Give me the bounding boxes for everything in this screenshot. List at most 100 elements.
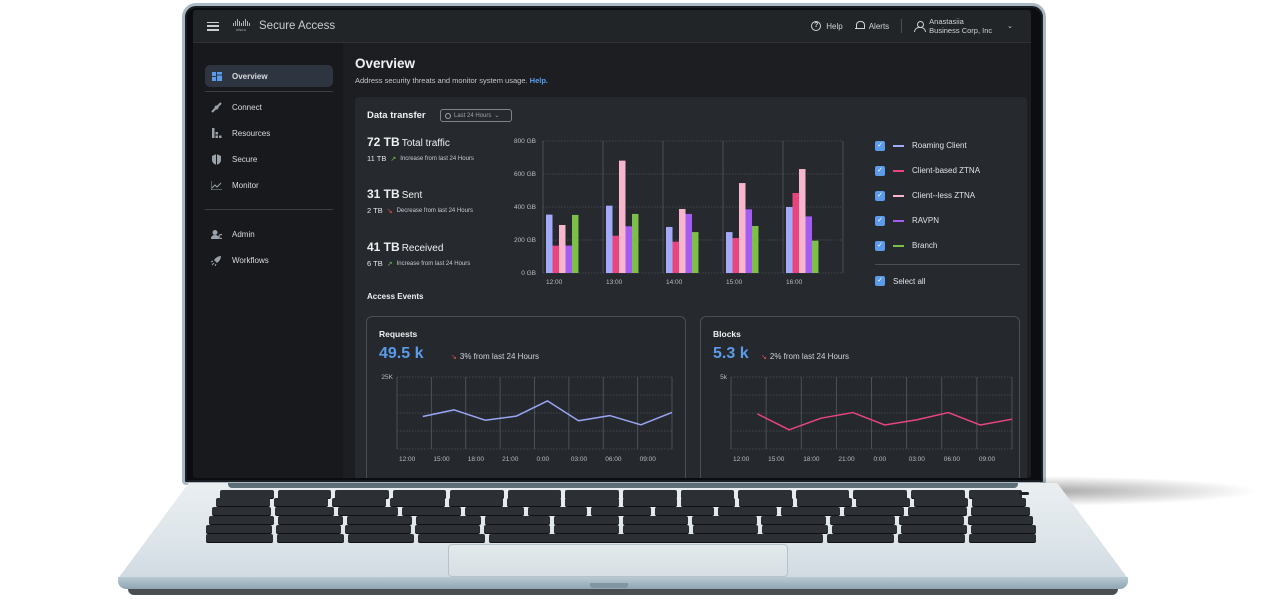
key[interactable] <box>970 525 1036 533</box>
key[interactable] <box>692 525 758 533</box>
key[interactable] <box>692 516 757 524</box>
key[interactable] <box>761 516 826 524</box>
key[interactable] <box>345 525 411 533</box>
legend-checkbox[interactable]: ✓ <box>875 215 885 226</box>
key[interactable] <box>277 490 332 498</box>
key[interactable] <box>901 525 967 533</box>
key[interactable] <box>565 490 620 498</box>
power-button[interactable] <box>1019 492 1029 495</box>
key[interactable] <box>464 507 525 515</box>
key[interactable] <box>623 490 677 498</box>
key[interactable] <box>275 507 335 515</box>
key[interactable] <box>212 507 272 515</box>
key[interactable] <box>206 534 273 542</box>
key[interactable] <box>971 498 1026 506</box>
legend-item[interactable]: ✓ Roaming Client <box>875 133 1020 158</box>
key[interactable] <box>416 516 481 524</box>
hamburger-menu-icon[interactable] <box>207 21 219 31</box>
key[interactable] <box>274 498 329 506</box>
key[interactable] <box>797 498 852 506</box>
key[interactable] <box>717 507 778 515</box>
key[interactable] <box>484 525 550 533</box>
key[interactable] <box>528 507 588 515</box>
key[interactable] <box>485 516 550 524</box>
key[interactable] <box>907 507 967 515</box>
sidebar-item-admin[interactable]: Admin <box>205 223 333 245</box>
key[interactable] <box>332 498 387 506</box>
legend-checkbox[interactable]: ✓ <box>875 240 885 251</box>
key[interactable] <box>969 534 1036 542</box>
legend-checkbox[interactable]: ✓ <box>875 140 885 151</box>
key[interactable] <box>507 490 562 498</box>
key[interactable] <box>855 498 910 506</box>
key[interactable] <box>970 507 1031 515</box>
key[interactable] <box>347 516 412 524</box>
legend-checkbox[interactable]: ✓ <box>875 190 885 201</box>
key[interactable] <box>738 490 792 498</box>
key[interactable] <box>553 525 619 533</box>
key[interactable] <box>654 507 714 515</box>
key[interactable] <box>390 498 445 506</box>
legend-item[interactable]: ✓ Client-based ZTNA <box>875 158 1020 183</box>
key[interactable] <box>913 498 968 506</box>
select-all-checkbox[interactable]: ✓ <box>875 276 885 286</box>
legend-item[interactable]: ✓ RAVPN <box>875 208 1020 233</box>
key[interactable] <box>401 507 461 515</box>
alerts-button[interactable]: Alerts <box>854 21 889 31</box>
legend-item[interactable]: ✓ Branch <box>875 233 1020 258</box>
key[interactable] <box>898 534 966 542</box>
key[interactable] <box>622 498 678 506</box>
help-link[interactable]: Help. <box>530 76 548 85</box>
key[interactable] <box>216 498 271 506</box>
key[interactable] <box>968 490 1023 498</box>
key[interactable] <box>206 525 272 533</box>
trackpad[interactable] <box>448 544 788 577</box>
key[interactable] <box>680 490 735 498</box>
key[interactable] <box>338 507 398 515</box>
key[interactable] <box>209 516 274 524</box>
time-range-dropdown[interactable]: Last 24 Hours ⌄ <box>440 109 512 122</box>
key[interactable] <box>591 507 651 515</box>
key[interactable] <box>739 498 794 506</box>
key[interactable] <box>844 507 904 515</box>
key[interactable] <box>506 498 561 506</box>
key[interactable] <box>414 525 480 533</box>
key[interactable] <box>564 498 619 506</box>
key[interactable] <box>623 525 689 533</box>
key[interactable] <box>899 516 964 524</box>
key[interactable] <box>275 525 341 533</box>
key[interactable] <box>418 534 486 542</box>
user-menu[interactable]: Anastasiia Business Corp, Inc ⌄ <box>914 17 1013 35</box>
key[interactable] <box>220 490 274 498</box>
key[interactable] <box>554 516 619 524</box>
key[interactable] <box>489 534 824 542</box>
key[interactable] <box>392 490 447 498</box>
key[interactable] <box>831 525 897 533</box>
key[interactable] <box>830 516 895 524</box>
key[interactable] <box>278 516 343 524</box>
key[interactable] <box>968 516 1033 524</box>
key[interactable] <box>347 534 415 542</box>
sidebar-item-secure[interactable]: Secure <box>205 148 333 170</box>
key[interactable] <box>450 490 504 498</box>
key[interactable] <box>827 534 895 542</box>
key[interactable] <box>762 525 828 533</box>
key[interactable] <box>276 534 344 542</box>
key[interactable] <box>795 490 850 498</box>
sidebar-item-workflows[interactable]: Workflows <box>205 249 333 271</box>
key[interactable] <box>623 516 688 524</box>
legend-checkbox[interactable]: ✓ <box>875 165 885 176</box>
legend-item[interactable]: ✓ Client--less ZTNA <box>875 183 1020 208</box>
sidebar-item-monitor[interactable]: Monitor <box>205 174 333 196</box>
key[interactable] <box>781 507 841 515</box>
key[interactable] <box>448 498 503 506</box>
select-all-option[interactable]: ✓ Select all <box>875 273 1020 289</box>
sidebar-item-resources[interactable]: Resources <box>205 122 333 144</box>
help-button[interactable]: ? Help <box>811 21 843 31</box>
sidebar-item-connect[interactable]: Connect <box>205 96 333 118</box>
sidebar-item-overview[interactable]: Overview <box>205 65 333 87</box>
key[interactable] <box>335 490 389 498</box>
key[interactable] <box>681 498 736 506</box>
key[interactable] <box>910 490 965 498</box>
key[interactable] <box>853 490 907 498</box>
